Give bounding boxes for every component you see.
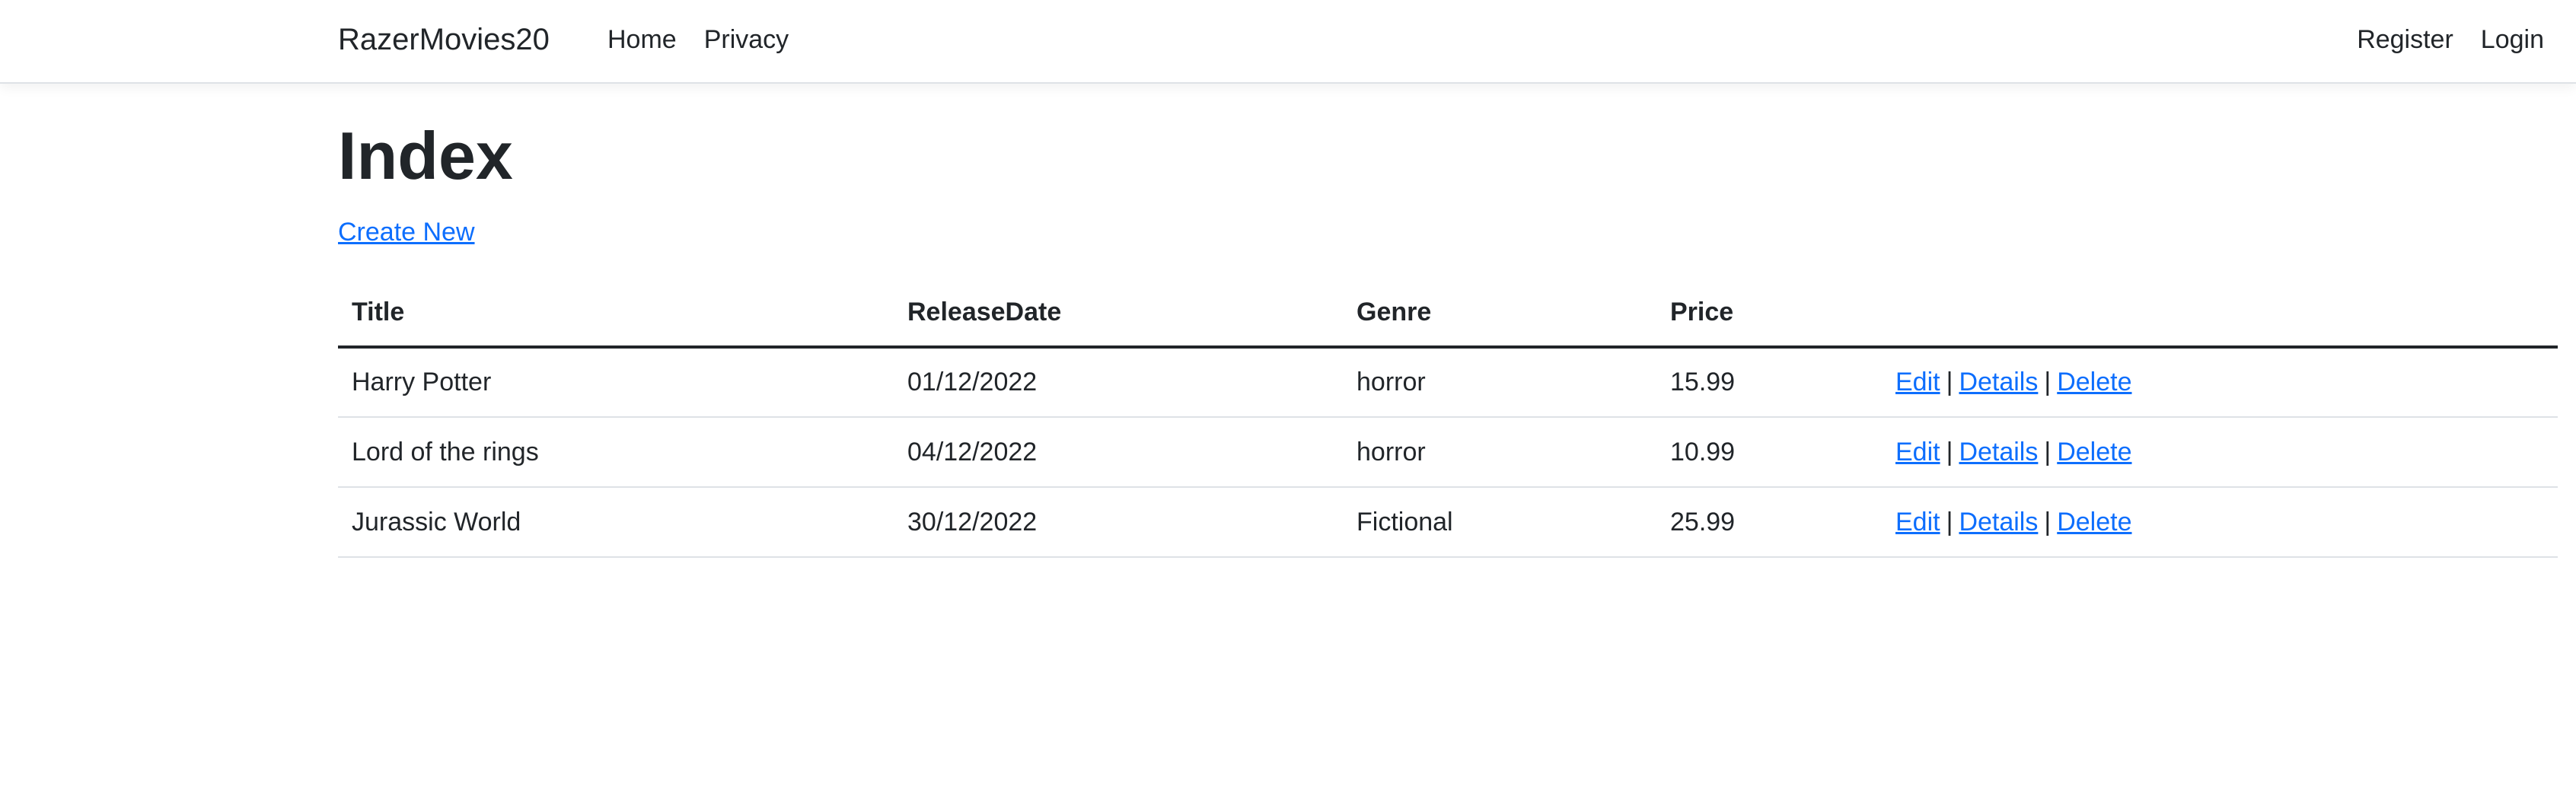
table-header: Title ReleaseDate Genre Price	[338, 279, 2558, 349]
header-genre: Genre	[1343, 279, 1656, 349]
cell-release-date: 30/12/2022	[894, 487, 1343, 558]
header-title: Title	[338, 279, 894, 349]
cell-title: Harry Potter	[338, 347, 894, 418]
action-separator: |	[2044, 507, 2052, 537]
movies-table: Title ReleaseDate Genre Price Harry Pott…	[338, 279, 2558, 558]
cell-title: Jurassic World	[338, 487, 894, 558]
edit-link[interactable]: Edit	[1895, 368, 1940, 396]
delete-link[interactable]: Delete	[2057, 368, 2131, 396]
cell-release-date: 01/12/2022	[894, 347, 1343, 418]
edit-link[interactable]: Edit	[1895, 438, 1940, 466]
details-link[interactable]: Details	[1959, 368, 2038, 396]
navbar: RazerMovies20 Home Privacy Register Logi…	[0, 0, 2576, 84]
action-separator: |	[1946, 507, 1953, 537]
cell-title: Lord of the rings	[338, 417, 894, 488]
brand-link[interactable]: RazerMovies20	[338, 20, 550, 59]
table-header-row: Title ReleaseDate Genre Price	[338, 279, 2558, 349]
nav-left: Home Privacy	[607, 20, 789, 59]
action-separator: |	[1946, 437, 1953, 466]
table-row: Jurassic World 30/12/2022 Fictional 25.9…	[338, 487, 2558, 558]
delete-link[interactable]: Delete	[2057, 438, 2131, 466]
nav-right: Register Login	[2357, 20, 2544, 59]
table-body: Harry Potter 01/12/2022 horror 15.99 Edi…	[338, 347, 2558, 558]
cell-genre: horror	[1343, 417, 1656, 488]
nav-home-link[interactable]: Home	[607, 20, 677, 59]
action-separator: |	[2044, 368, 2052, 396]
header-actions	[1882, 279, 2558, 349]
action-separator: |	[1946, 368, 1953, 396]
table-row: Harry Potter 01/12/2022 horror 15.99 Edi…	[338, 347, 2558, 418]
page-title: Index	[338, 118, 513, 193]
cell-genre: Fictional	[1343, 487, 1656, 558]
cell-actions: Edit | Details | Delete	[1882, 347, 2558, 418]
nav-register-link[interactable]: Register	[2357, 20, 2453, 59]
nav-login-link[interactable]: Login	[2481, 20, 2544, 59]
cell-actions: Edit | Details | Delete	[1882, 417, 2558, 488]
details-link[interactable]: Details	[1959, 438, 2038, 466]
cell-price: 25.99	[1656, 487, 1882, 558]
action-separator: |	[2044, 437, 2052, 466]
cell-price: 15.99	[1656, 347, 1882, 418]
cell-genre: horror	[1343, 347, 1656, 418]
cell-release-date: 04/12/2022	[894, 417, 1343, 488]
create-new-link[interactable]: Create New	[338, 215, 475, 250]
header-release-date: ReleaseDate	[894, 279, 1343, 349]
cell-actions: Edit | Details | Delete	[1882, 487, 2558, 558]
edit-link[interactable]: Edit	[1895, 508, 1940, 537]
delete-link[interactable]: Delete	[2057, 508, 2131, 537]
details-link[interactable]: Details	[1959, 508, 2038, 537]
nav-privacy-link[interactable]: Privacy	[704, 20, 789, 59]
cell-price: 10.99	[1656, 417, 1882, 488]
table-row: Lord of the rings 04/12/2022 horror 10.9…	[338, 417, 2558, 488]
header-price: Price	[1656, 279, 1882, 349]
